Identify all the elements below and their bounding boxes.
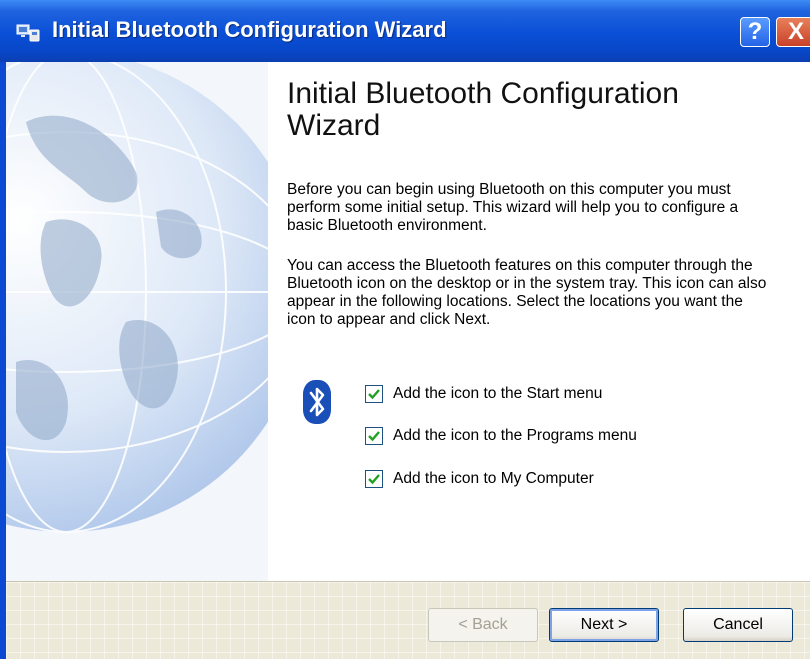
my-computer-label[interactable]: Add the icon to My Computer bbox=[393, 470, 594, 488]
next-button[interactable]: Next > bbox=[549, 608, 659, 642]
details-text: You can access the Bluetooth features on… bbox=[287, 257, 767, 328]
help-button[interactable]: ? bbox=[740, 17, 770, 47]
start-menu-checkbox[interactable] bbox=[365, 385, 383, 403]
programs-menu-label[interactable]: Add the icon to the Programs menu bbox=[393, 427, 637, 445]
close-button[interactable]: X bbox=[776, 17, 810, 47]
my-computer-checkbox[interactable] bbox=[365, 470, 383, 488]
bluetooth-icon bbox=[303, 380, 331, 424]
bluetooth-devices-icon bbox=[16, 22, 42, 42]
wizard-window: Initial Bluetooth Configuration Wizard ?… bbox=[0, 0, 810, 659]
programs-menu-checkbox[interactable] bbox=[365, 427, 383, 445]
cancel-button[interactable]: Cancel bbox=[683, 608, 793, 642]
title-bar[interactable]: Initial Bluetooth Configuration Wizard ?… bbox=[0, 0, 810, 62]
start-menu-label[interactable]: Add the icon to the Start menu bbox=[393, 385, 602, 403]
back-button[interactable]: < Back bbox=[428, 608, 538, 642]
window-title: Initial Bluetooth Configuration Wizard bbox=[52, 17, 447, 42]
intro-text: Before you can begin using Bluetooth on … bbox=[287, 181, 739, 234]
page-title: Initial Bluetooth Configuration Wizard bbox=[287, 77, 679, 142]
globe-image bbox=[6, 62, 268, 582]
